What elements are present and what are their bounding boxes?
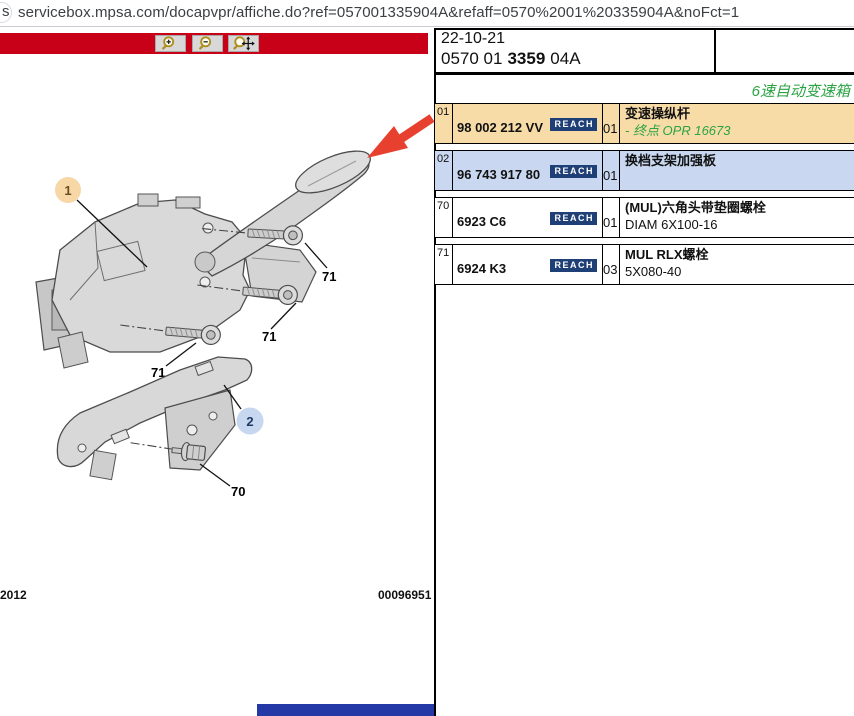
part-note: - 终点 OPR 16673 [625,123,854,138]
description-cell: (MUL)六角头带垫圈螺栓 DIAM 6X100-16 [620,198,854,237]
leader-line [200,464,230,486]
figure-year: 2012 [0,588,27,602]
part-name: MUL RLX螺栓 [625,247,854,263]
part-note: DIAM 6X100-16 [625,217,854,232]
description-cell: MUL RLX螺栓 5X080-40 [620,245,854,284]
callout-71[interactable]: 71 [322,269,336,284]
row-index: 71 [435,245,453,284]
part-note: 5X080-40 [625,264,854,279]
row-index: 02 [435,151,453,190]
parts-diagram: 71 71 71 70 1 [0,0,435,716]
quantity: 01 [603,104,620,143]
reach-badge[interactable]: REACH [550,259,597,272]
ref-suffix: 04A [550,49,580,68]
header-cell-divider [714,28,716,73]
document-date: 22-10-21 [441,30,505,48]
description-cell: 换档支架加强板 [620,151,854,190]
gearbox-type-label: 6速自动变速箱 [474,80,850,101]
part-reference-cell: 96 743 917 80 REACH [453,151,603,190]
part-name: (MUL)六角头带垫圈螺栓 [625,200,854,216]
servicebox-window: s servicebox.mpsa.com/docapvpr/affiche.d… [0,0,854,716]
taskbar-fragment [257,704,434,716]
row-index: 01 [435,104,453,143]
table-row[interactable]: 71 6924 K3 REACH 03 MUL RLX螺栓 5X080-40 [434,244,854,285]
quantity: 03 [603,245,620,284]
table-row[interactable]: 02 96 743 917 80 REACH 01 换档支架加强板 [434,150,854,191]
part-reference-cell: 98 002 212 VV REACH [453,104,603,143]
quantity: 01 [603,151,620,190]
reach-badge[interactable]: REACH [550,118,597,131]
table-row[interactable]: 01 98 002 212 VV REACH 01 变速操纵杆 - 终点 OPR… [434,103,854,144]
callout-1[interactable]: 1 [64,183,71,198]
part-number[interactable]: 6923 C6 [457,214,506,229]
part-reference-cell: 6924 K3 REACH [453,245,603,284]
part-number[interactable]: 6924 K3 [457,261,506,276]
part-name: 变速操纵杆 [625,106,854,122]
leader-line [271,303,296,329]
ref-prefix: 0570 01 [441,49,502,68]
part-reference-cell: 6923 C6 REACH [453,198,603,237]
part-name: 换档支架加强板 [625,153,854,169]
row-index: 70 [435,198,453,237]
callout-2[interactable]: 2 [246,414,253,429]
red-arrow-icon [367,118,432,158]
figure-document-number: 00096951 [378,588,431,602]
callout-71[interactable]: 71 [262,329,276,344]
part-number[interactable]: 98 002 212 VV [457,120,543,135]
part-number[interactable]: 96 743 917 80 [457,167,540,182]
quantity: 01 [603,198,620,237]
reach-badge[interactable]: REACH [550,212,597,225]
header-bottom-border [434,72,854,75]
description-cell: 变速操纵杆 - 终点 OPR 16673 [620,104,854,143]
ref-bold: 3359 [507,49,545,68]
table-row[interactable]: 70 6923 C6 REACH 01 (MUL)六角头带垫圈螺栓 DIAM 6… [434,197,854,238]
reach-badge[interactable]: REACH [550,165,597,178]
callout-70[interactable]: 70 [231,484,245,499]
figure-reference: 0570 01 3359 04A [441,49,581,69]
